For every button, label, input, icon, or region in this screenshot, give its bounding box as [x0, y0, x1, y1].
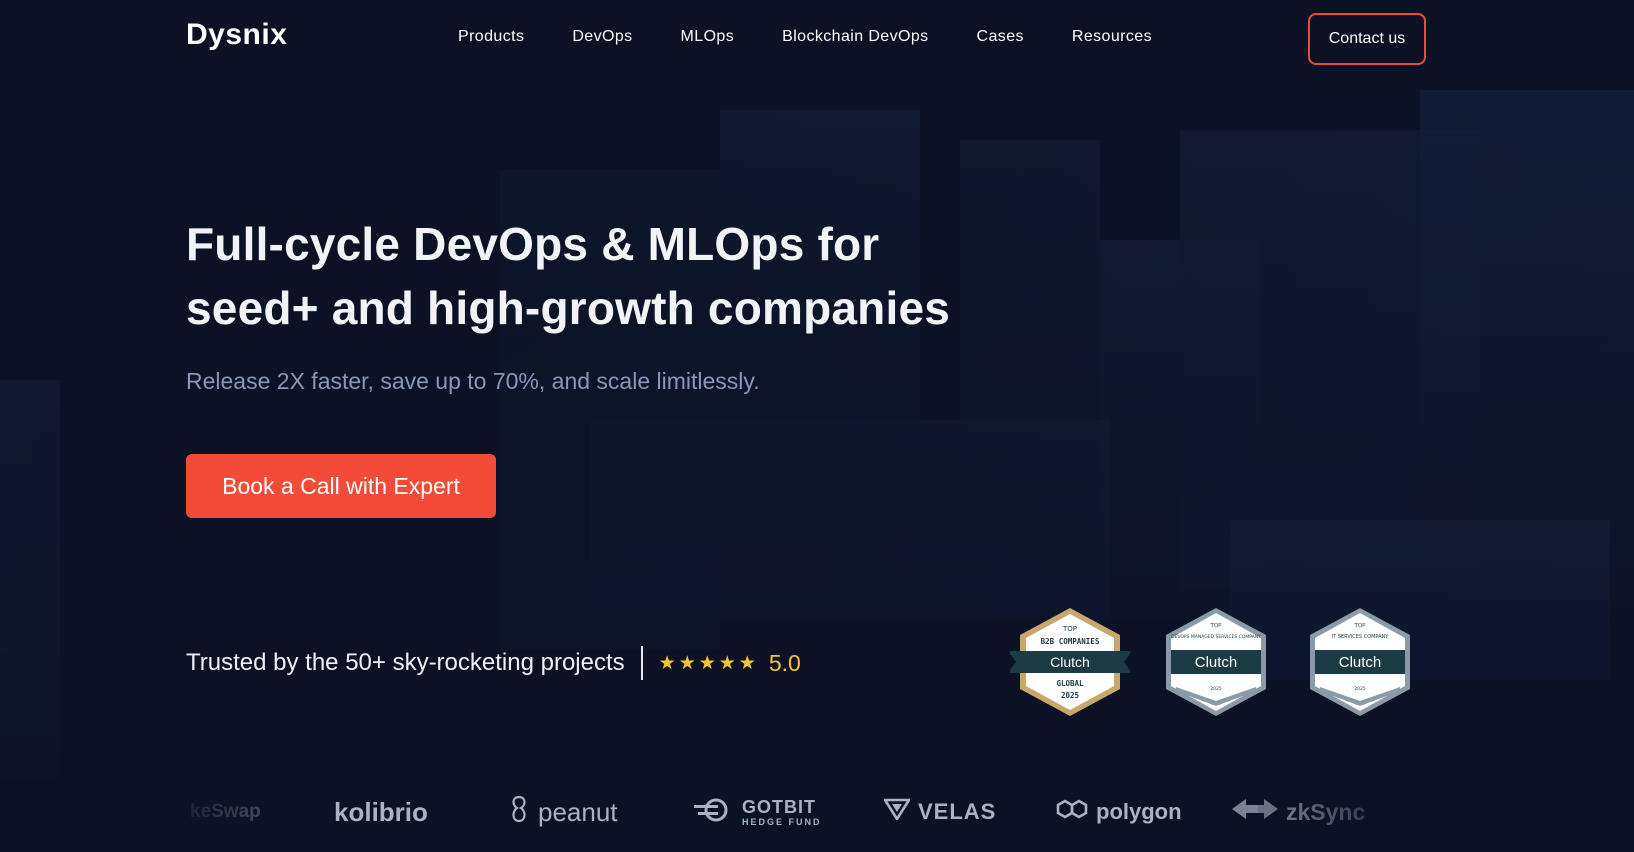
- trust-divider: [640, 646, 643, 680]
- badge-2-top: TOP: [1209, 623, 1222, 629]
- trust-bar: Trusted by the 50+ sky-rocketing project…: [186, 646, 801, 680]
- badge-1-bottom2: 2025: [1061, 691, 1079, 700]
- client-logo-peanut: peanut: [508, 792, 618, 832]
- velas-text: VELAS: [918, 799, 997, 824]
- badge-1-brand: Clutch: [1050, 654, 1090, 670]
- badge-2-line: DEVOPS MANAGED SERVICES COMPANY: [1171, 634, 1261, 640]
- polygon-text: polygon: [1096, 799, 1182, 824]
- trust-text: Trusted by the 50+ sky-rocketing project…: [186, 649, 625, 676]
- book-call-button[interactable]: Book a Call with Expert: [186, 454, 496, 518]
- hero-subtitle: Release 2X faster, save up to 70%, and s…: [186, 368, 760, 394]
- nav-cases[interactable]: Cases: [977, 28, 1024, 46]
- hero-section: Full-cycle DevOps & MLOps for seed+ and …: [186, 212, 1086, 395]
- nav-resources[interactable]: Resources: [1072, 28, 1152, 46]
- logos-fade-right: [1270, 784, 1440, 840]
- contact-us-button[interactable]: Contact us: [1308, 13, 1426, 65]
- nav-blockchain-devops[interactable]: Blockchain DevOps: [782, 28, 928, 46]
- client-logo-gotbit: GOTBIT HEDGE FUND: [694, 792, 822, 832]
- site-header: Dysnix Products DevOps MLOps Blockchain …: [0, 0, 1634, 80]
- clutch-badge-b2b[interactable]: TOP B2B COMPANIES Clutch GLOBAL 2025: [1008, 606, 1132, 718]
- badge-2-bottom2: 2025: [1210, 686, 1222, 692]
- nav-mlops[interactable]: MLOps: [681, 28, 735, 46]
- logos-fade-left: [150, 784, 300, 840]
- hero-title: Full-cycle DevOps & MLOps for seed+ and …: [186, 212, 1086, 340]
- hero-title-line-2: seed+ and high-growth companies: [186, 282, 951, 334]
- kolibrio-text: kolibrio: [334, 796, 428, 827]
- hero-title-line-1: Full-cycle DevOps & MLOps for: [186, 218, 880, 270]
- badge-1-line: B2B COMPANIES: [1041, 637, 1100, 646]
- badge-3-top: TOP: [1353, 623, 1366, 629]
- dysnix-logo[interactable]: Dysnix: [186, 18, 287, 52]
- nav-products[interactable]: Products: [458, 28, 524, 46]
- main-nav: Products DevOps MLOps Blockchain DevOps …: [458, 28, 1152, 46]
- rating-value: 5.0: [768, 649, 801, 676]
- peanut-text: peanut: [538, 796, 618, 827]
- badge-3-brand: Clutch: [1339, 654, 1382, 671]
- gotbit-sub-text: HEDGE FUND: [742, 816, 822, 827]
- clutch-badge-devops[interactable]: TOP DEVOPS MANAGED SERVICES COMPANY Clut…: [1156, 606, 1276, 718]
- client-logo-kolibrio: kolibrio: [334, 792, 428, 832]
- badge-1-top: TOP: [1062, 625, 1077, 633]
- gotbit-text: GOTBIT: [742, 796, 816, 817]
- nav-devops[interactable]: DevOps: [572, 28, 632, 46]
- badge-2-brand: Clutch: [1195, 654, 1238, 671]
- polygon-icon: [1056, 797, 1088, 827]
- client-logo-polygon: polygon: [1056, 792, 1182, 832]
- hero-background: [0, 0, 1634, 852]
- badge-3-bottom2: 2025: [1354, 686, 1366, 692]
- gotbit-icon: [694, 797, 734, 828]
- clutch-badge-it-services[interactable]: TOP IT SERVICES COMPANY Clutch 2025: [1300, 606, 1420, 718]
- badge-1-bottom1: GLOBAL: [1056, 679, 1084, 688]
- velas-icon: [882, 798, 912, 826]
- rating-stars-icon: ★★★★★: [658, 652, 759, 674]
- peanut-icon: [508, 795, 530, 830]
- client-logo-velas: VELAS: [882, 792, 997, 832]
- badge-3-line: IT SERVICES COMPANY: [1332, 634, 1390, 640]
